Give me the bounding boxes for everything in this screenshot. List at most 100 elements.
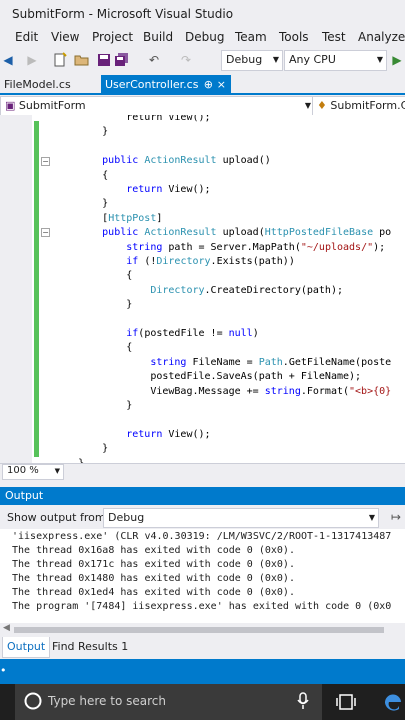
chevron-down-icon: ▼ — [376, 55, 383, 64]
code-token: [ — [54, 212, 109, 224]
tab-output[interactable]: Output — [2, 637, 51, 658]
class-icon: ♦ — [317, 99, 327, 112]
back-icon[interactable]: ◀ — [0, 52, 16, 68]
tab-label: Find Results 1 — [52, 640, 129, 653]
chevron-down-icon: ▼ — [368, 513, 375, 522]
search-icon — [23, 691, 43, 714]
menu-project[interactable]: Project — [92, 30, 133, 44]
code-line: if (!Directory.Exists(path)) — [54, 255, 295, 269]
close-icon[interactable]: × — [217, 75, 226, 95]
code-line: { — [54, 341, 132, 355]
csharp-project-icon: ▣ — [5, 99, 16, 112]
find-message-icon[interactable]: ↦ — [388, 509, 404, 525]
editor-gutter — [0, 115, 32, 463]
save-icon[interactable] — [96, 52, 112, 68]
save-all-icon[interactable] — [114, 52, 130, 68]
chevron-down-icon: ▼ — [272, 55, 279, 64]
code-token: string — [150, 356, 187, 368]
code-token: { — [54, 169, 109, 181]
menu-team[interactable]: Team — [235, 30, 267, 44]
collapse-icon[interactable]: − — [41, 228, 50, 237]
code-line: } — [54, 125, 108, 139]
pin-icon[interactable]: ⊕ — [204, 75, 213, 95]
forward-icon[interactable]: ▶ — [24, 52, 40, 68]
scrollbar-thumb[interactable] — [14, 627, 384, 633]
undo-icon[interactable]: ↶ — [146, 52, 162, 68]
menu-view[interactable]: View — [51, 30, 79, 44]
code-token: { — [54, 270, 133, 282]
project-dropdown[interactable]: ▣ SubmitForm ▼ — [0, 96, 315, 116]
microphone-icon[interactable] — [297, 692, 309, 713]
code-token: path = Server.MapPath( — [162, 241, 301, 253]
tab-label: Output — [7, 640, 46, 653]
zoom-select[interactable]: 100 % ▼ — [2, 464, 64, 480]
project-dropdown-value: SubmitForm — [18, 99, 86, 112]
code-line: if(postedFile != null) — [54, 327, 258, 341]
edge-icon[interactable] — [382, 691, 404, 716]
new-project-icon[interactable] — [52, 52, 68, 68]
class-dropdown-value: SubmitForm.Co — [330, 99, 405, 112]
code-line: return View(); — [54, 428, 210, 442]
code-token: string — [264, 385, 301, 397]
windows-taskbar: Type here to search — [0, 684, 405, 720]
document-tab-strip: FileModel.cs UserController.cs ⊕ × — [0, 72, 405, 95]
code-token: .GetFileName(poste — [282, 356, 392, 368]
menu-edit[interactable]: Edit — [15, 30, 38, 44]
search-placeholder: Type here to search — [48, 694, 166, 708]
tab-usercontroller[interactable]: UserController.cs ⊕ × — [101, 75, 231, 95]
tab-filemodel[interactable]: FileModel.cs — [0, 75, 75, 95]
solution-configuration-select[interactable]: Debug ▼ — [221, 50, 283, 71]
code-token: } — [54, 198, 109, 210]
code-token: "<b>{0} — [349, 385, 392, 397]
menu-analyze[interactable]: Analyze — [358, 30, 405, 44]
output-line: The thread 0x1480 has exited with code 0… — [12, 573, 295, 584]
output-text-area[interactable]: 'iisexpress.exe' (CLR v4.0.30319: /LM/W3… — [0, 529, 405, 637]
code-token: } — [54, 443, 109, 455]
code-line: public ActionResult upload() — [54, 154, 271, 168]
code-token: string — [126, 241, 163, 253]
redo-icon[interactable]: ↷ — [178, 52, 194, 68]
code-token: .Exists(path)) — [210, 256, 295, 267]
code-line: return View(); — [54, 183, 210, 197]
code-line: public ActionResult upload(HttpPostedFil… — [54, 226, 391, 240]
open-icon[interactable] — [74, 52, 90, 68]
status-indicator-icon: • — [0, 664, 7, 677]
code-editor[interactable]: − − return View(); } public ActionResult… — [0, 115, 405, 463]
code-line: string FileName = Path.GetFileName(poste — [54, 356, 391, 370]
output-source-select[interactable]: Debug ▼ — [103, 508, 379, 528]
code-line: } — [54, 399, 132, 413]
zoom-value: 100 % — [7, 465, 39, 476]
code-token: FileName = — [186, 356, 259, 368]
class-dropdown[interactable]: ♦ SubmitForm.Co — [312, 96, 405, 116]
menu-build[interactable]: Build — [143, 30, 173, 44]
code-token: } — [54, 126, 109, 138]
taskbar-search-box[interactable]: Type here to search — [15, 684, 322, 720]
menu-tools[interactable]: Tools — [279, 30, 309, 44]
code-token: { — [54, 342, 133, 354]
chevron-down-icon: ▼ — [304, 101, 311, 110]
collapse-icon[interactable]: − — [41, 157, 50, 166]
code-token: upload( — [216, 227, 265, 239]
menu-test[interactable]: Test — [322, 30, 346, 44]
solution-platform-select[interactable]: Any CPU ▼ — [284, 50, 387, 71]
code-token: null — [228, 328, 253, 339]
solution-configuration-value: Debug — [226, 53, 263, 66]
navigation-bar: ▣ SubmitForm ▼ ♦ SubmitForm.Co — [0, 95, 405, 116]
code-token: public — [54, 155, 145, 167]
code-token: (postedFile != — [138, 328, 229, 339]
task-view-icon[interactable] — [336, 693, 356, 714]
start-debugging-icon[interactable]: ▶ — [389, 52, 405, 68]
menu-debug[interactable]: Debug — [185, 30, 224, 44]
scroll-left-icon[interactable]: ◀ — [3, 623, 10, 633]
output-horizontal-scrollbar[interactable]: ◀ — [0, 623, 405, 637]
output-line: The thread 0x1ed4 has exited with code 0… — [12, 587, 295, 598]
tab-find-results[interactable]: Find Results 1 — [48, 637, 132, 657]
code-token: public — [54, 227, 145, 239]
